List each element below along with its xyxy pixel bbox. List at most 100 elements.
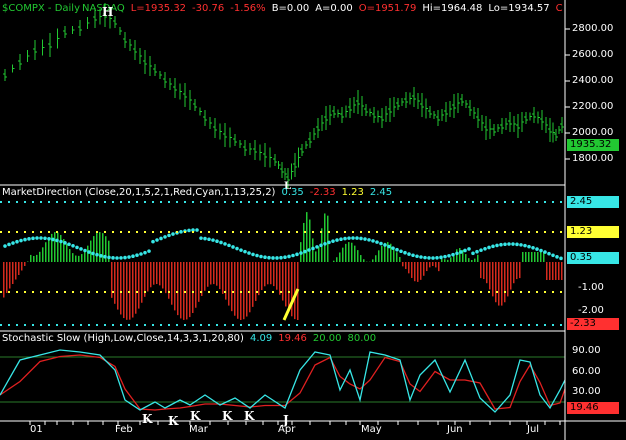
k-marker-3: K: [190, 409, 201, 423]
stoch-tag: 19.46: [567, 402, 619, 414]
md-hist-bar: [495, 262, 497, 303]
md-dot: [99, 254, 103, 258]
md-hist-bar: [345, 243, 347, 262]
md-hist-bar: [153, 262, 155, 285]
md-dot: [367, 238, 371, 242]
md-dot: [419, 255, 423, 259]
md-dot: [111, 256, 115, 260]
md-dot: [131, 254, 135, 259]
md-hist-bar: [534, 252, 536, 262]
md-hist-bar: [501, 262, 503, 306]
md-dot: [335, 238, 339, 242]
md-dot: [91, 251, 95, 256]
md-dot: [83, 248, 87, 253]
md-dot: [267, 255, 271, 260]
md-dot: [515, 242, 519, 247]
md-hist-bar: [381, 245, 383, 262]
md-hist-bar: [162, 262, 164, 289]
md-dot: [435, 255, 439, 260]
md-dot: [323, 241, 327, 246]
md-dot: [147, 249, 151, 253]
md-hist-bar: [417, 262, 419, 282]
md-dot: [103, 254, 107, 259]
md-dot: [523, 243, 527, 248]
md-dot: [215, 239, 219, 244]
md-dot: [307, 248, 311, 252]
md-hist-bar: [309, 219, 311, 262]
md-hist-bar: [423, 262, 425, 276]
md-hist-bar: [102, 233, 104, 262]
md-hist-bar: [447, 259, 449, 262]
md-hist-bar: [405, 262, 407, 269]
md-dot: [539, 248, 543, 253]
md-hist-bar: [336, 257, 338, 262]
md-dot: [275, 256, 279, 260]
md-hist-bar: [558, 262, 560, 280]
md-dot: [23, 237, 27, 242]
md-dot: [219, 240, 223, 245]
md-hist-bar: [273, 262, 275, 287]
md-dot: [327, 240, 331, 245]
md-dot: [223, 242, 227, 246]
md-hist-bar: [42, 247, 44, 262]
md-hist-bar: [498, 262, 500, 306]
md-dot: [115, 256, 119, 260]
md-dot: [531, 245, 535, 250]
md-hist-bar: [525, 252, 527, 262]
md-dot: [467, 247, 471, 251]
md-hist-bar: [198, 262, 200, 302]
md-hist-bar: [465, 254, 467, 262]
md-dot: [123, 255, 127, 260]
md-value-4: 2.45: [369, 187, 393, 198]
md-hist-bar: [291, 262, 293, 317]
price-tick-2800: 2800.00: [572, 23, 614, 34]
md-hist-bar: [123, 262, 125, 319]
md-dot: [187, 228, 191, 233]
md-dot: [235, 246, 239, 251]
md-dot: [135, 253, 139, 257]
md-hist-bar: [408, 262, 410, 274]
md-hist-bar: [6, 262, 8, 293]
md-dot: [243, 249, 247, 254]
md-dot: [439, 255, 443, 260]
md-dot: [39, 236, 43, 240]
md-hist-bar: [78, 255, 80, 262]
md-hist-bar: [324, 213, 326, 262]
price-tick-2000: 2000.00: [572, 127, 614, 138]
md-hist-bar: [279, 262, 281, 295]
md-hist-bar: [459, 248, 461, 262]
md-dot: [383, 243, 387, 247]
md-dot: [271, 256, 275, 260]
md-dot: [295, 252, 299, 257]
md-hist-bar: [261, 262, 263, 291]
md-tag-current: 0.35: [567, 252, 619, 264]
md-hist-bar: [333, 260, 335, 262]
md-dot: [179, 230, 183, 234]
md-tag-mid: 1.23: [567, 226, 619, 238]
md-hist-bar: [477, 254, 479, 262]
md-dot: [391, 246, 395, 250]
md-dot: [423, 255, 427, 260]
md-hist-bar: [432, 262, 434, 267]
md-dot: [55, 238, 59, 243]
md-hist-bar: [99, 232, 101, 262]
md-tag-low: -2.33: [567, 318, 619, 330]
md-hist-bar: [132, 262, 134, 318]
md-dot: [75, 245, 79, 250]
price-last-tag: 1935.32: [567, 139, 619, 151]
change-value: -30.76: [192, 3, 225, 14]
md-hist-bar: [282, 262, 284, 301]
md-dot: [167, 233, 171, 238]
md-dot: [303, 249, 307, 254]
md-dot: [351, 236, 355, 240]
md-label: MarketDirection (Close,20,1,5,2,1,Red,Cy…: [2, 187, 276, 198]
stoch-value-3: 20.00: [312, 333, 342, 344]
md-hist-bar: [561, 262, 563, 280]
md-dot: [35, 236, 39, 240]
md-hist-bar: [480, 262, 482, 279]
md-dot: [227, 243, 231, 248]
symbol-label: $COMPX - Daily: [2, 3, 80, 14]
md-hist-bar: [252, 262, 254, 307]
md-tick-minus1: -1.00: [578, 282, 604, 293]
md-dot: [551, 253, 555, 258]
